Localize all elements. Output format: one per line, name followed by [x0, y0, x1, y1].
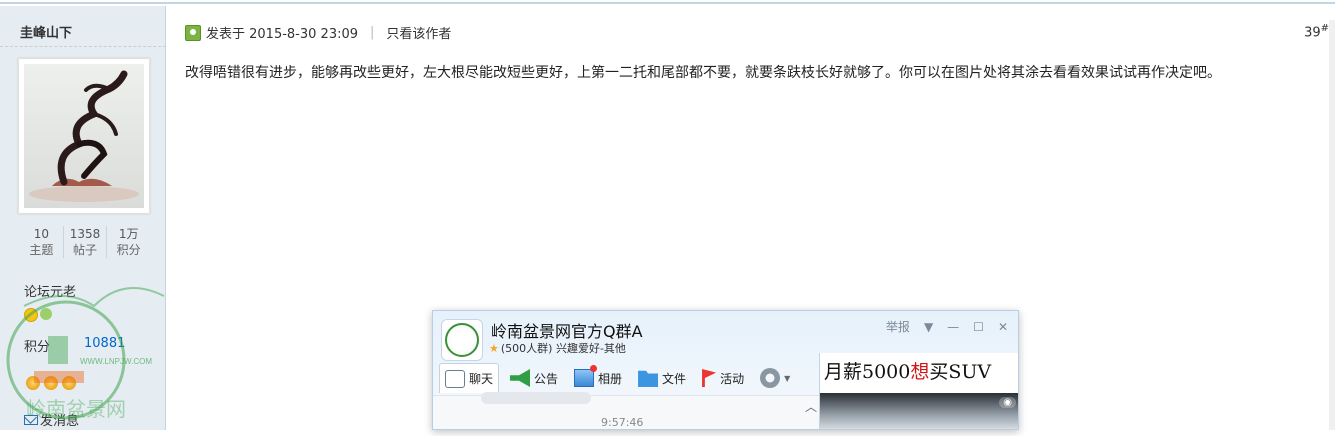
tab-label: 活动	[720, 371, 745, 386]
notice-icon	[510, 369, 531, 387]
group-info: ★ (500人群) 兴趣爱好-其他	[489, 340, 626, 356]
separator: |	[370, 25, 375, 40]
collapse-icon[interactable]: ︿	[805, 398, 817, 415]
tab-files[interactable]: 文件	[633, 363, 691, 393]
flag-icon	[702, 369, 717, 387]
avatar[interactable]	[18, 58, 150, 214]
chat-area[interactable]: ︿ 9:57:46	[433, 392, 819, 429]
ad-text-start: 月薪5000	[824, 361, 911, 383]
group-logo-icon	[445, 323, 479, 357]
ad-image: ◉	[820, 393, 1018, 429]
ad-text-end: 买SUV	[929, 361, 992, 383]
author-panel: 圭峰山下 10 主题 1358 帖子 1万 积分 论坛元老 积分 10881 发…	[0, 6, 166, 430]
points-label: 积分	[24, 340, 51, 355]
tab-album[interactable]: 相册	[569, 363, 627, 393]
tab-notice[interactable]: 公告	[505, 363, 563, 393]
post-content: 改得唔错很有进步，能够再改些更好，左大根尽能改短些更好，上第一二托和尾部都不要，…	[185, 65, 1221, 81]
stat-points[interactable]: 1万 积分	[106, 226, 150, 258]
tab-label: 聊天	[469, 372, 494, 386]
chevron-down-icon: ▼	[784, 373, 791, 383]
rank-leaf-icon	[40, 308, 52, 320]
stat-threads[interactable]: 10 主题	[20, 226, 63, 258]
minimize-icon[interactable]: —	[947, 320, 959, 334]
ad-text-highlight: 想	[910, 361, 930, 383]
user-title: 论坛元老	[24, 285, 77, 300]
medals	[26, 376, 76, 390]
stat-posts[interactable]: 1358 帖子	[62, 226, 107, 258]
group-avatar[interactable]	[441, 319, 483, 361]
post-time: 发表于 2015-8-30 23:09	[206, 27, 359, 42]
stat-label: 主题	[29, 243, 54, 257]
message-bubble	[481, 392, 591, 404]
ad-logo-icon: ◉	[999, 397, 1016, 408]
floor-mark: #	[1320, 23, 1329, 34]
qq-group-window[interactable]: 岭南盆景网官方Q群A ★ (500人群) 兴趣爱好-其他 举报 ▼ — ☐ ✕ …	[432, 310, 1019, 430]
gear-icon	[760, 368, 781, 388]
group-info-text: (500人群) 兴趣爱好-其他	[500, 342, 626, 355]
watermark-url: WWW.LNPJW.COM	[80, 357, 152, 366]
post-header: 发表于 2015-8-30 23:09 | 只看该作者	[185, 23, 451, 42]
tab-label: 相册	[598, 371, 623, 386]
tab-label: 公告	[534, 371, 559, 386]
stat-value: 10	[33, 227, 49, 241]
send-message-label: 发消息	[40, 414, 80, 429]
bonsai-image	[29, 70, 139, 202]
author-stats: 10 主题 1358 帖子 1万 积分	[20, 226, 150, 258]
stat-value: 1万	[118, 227, 139, 241]
tab-activity[interactable]: 活动	[697, 363, 749, 393]
folder-icon	[638, 370, 659, 387]
dropdown-icon[interactable]: ▼	[924, 320, 933, 334]
maximize-icon[interactable]: ☐	[973, 320, 984, 334]
settings-menu[interactable]: ▼	[755, 363, 795, 393]
author-name[interactable]: 圭峰山下	[20, 22, 72, 41]
points-value: 10881	[84, 336, 126, 351]
chat-icon	[445, 369, 465, 388]
photo-icon	[574, 365, 598, 387]
medal-icon[interactable]	[62, 376, 76, 390]
rank-smile-icon	[24, 308, 38, 322]
medal-icon[interactable]	[44, 376, 58, 390]
floor-value: 39	[1304, 25, 1321, 41]
scrollbar[interactable]	[1329, 20, 1335, 430]
tab-chat[interactable]: 聊天	[439, 363, 500, 393]
close-icon[interactable]: ✕	[998, 320, 1008, 334]
medal-icon[interactable]	[26, 376, 40, 390]
ad-banner[interactable]: 月薪5000想买SUV ◉	[819, 353, 1018, 429]
only-author-link[interactable]: 只看该作者	[386, 23, 451, 42]
window-controls: 举报 ▼ — ☐ ✕	[886, 318, 1008, 335]
group-name: 岭南盆景网官方Q群A	[491, 322, 643, 341]
divider	[0, 46, 166, 47]
envelope-icon	[24, 414, 38, 425]
top-border	[0, 0, 1335, 4]
star-icon: ★	[489, 341, 499, 355]
stat-value: 1358	[69, 227, 101, 241]
message-time: 9:57:46	[601, 416, 644, 429]
tab-label: 文件	[662, 371, 687, 386]
stat-label: 帖子	[73, 243, 98, 257]
send-message-link[interactable]: 发消息	[24, 410, 79, 429]
report-link[interactable]: 举报	[886, 318, 910, 335]
stat-label: 积分	[116, 243, 141, 257]
avatar-image	[24, 64, 144, 208]
group-tabs: 聊天 公告 相册 文件 活动 ▼	[439, 363, 795, 393]
ad-text: 月薪5000想买SUV	[824, 357, 991, 384]
floor-number[interactable]: 39#	[1304, 23, 1329, 40]
online-status-icon	[185, 24, 201, 41]
